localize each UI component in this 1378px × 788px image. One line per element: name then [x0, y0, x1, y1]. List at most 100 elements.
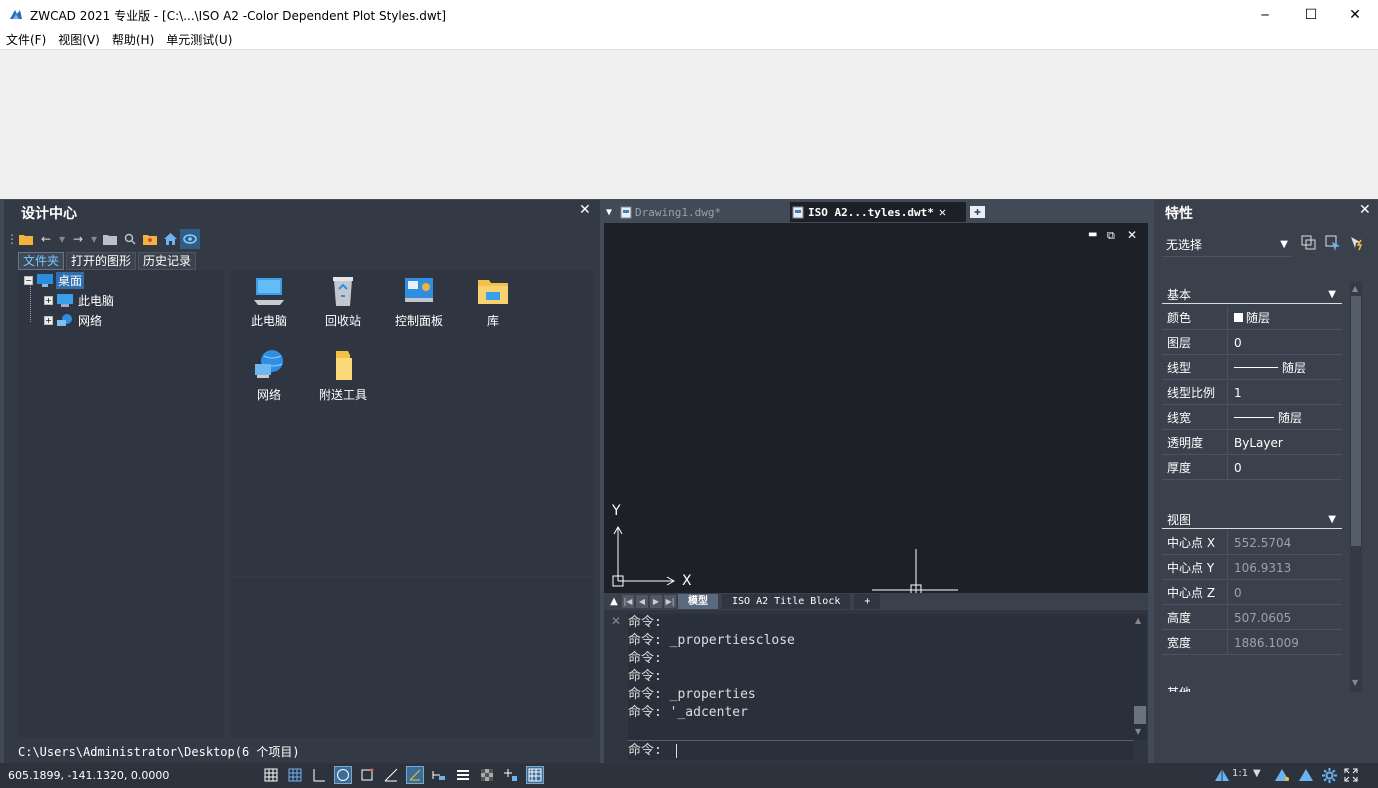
next-layout-icon[interactable]: ▶	[650, 595, 662, 608]
quick-select-button[interactable]	[1348, 234, 1366, 252]
prop-row-linetype-scale[interactable]: 线型比例 1	[1162, 380, 1342, 405]
prop-row-center-y[interactable]: 中心点 Y 106.9313	[1162, 555, 1342, 580]
favorites-icon[interactable]	[140, 229, 160, 249]
item-control-panel[interactable]: 控制面板	[382, 274, 456, 329]
home-icon[interactable]	[160, 229, 180, 249]
item-bundled-tools[interactable]: 附送工具	[306, 348, 380, 403]
chevron-down-icon[interactable]: ▼	[1253, 768, 1261, 779]
prop-row-linetype[interactable]: 线型 随层	[1162, 355, 1342, 380]
preview-toggle-icon[interactable]	[180, 229, 200, 249]
fullscreen-button[interactable]	[1342, 766, 1360, 784]
item-network[interactable]: 网络	[232, 348, 306, 403]
tab-list-dropdown-icon[interactable]: ▼	[606, 202, 612, 222]
section-view[interactable]: 视图 ▼	[1162, 511, 1342, 529]
annotation-scale-button[interactable]	[1212, 766, 1232, 784]
scroll-down-icon[interactable]: ▼	[1135, 727, 1141, 736]
tab-drawing1[interactable]: Drawing1.dwg*	[620, 202, 790, 222]
scroll-thumb[interactable]	[1351, 296, 1361, 546]
scroll-up-icon[interactable]: ▲	[1135, 616, 1141, 625]
prop-row-width[interactable]: 宽度 1886.1009	[1162, 630, 1342, 655]
dynamic-ucs-button[interactable]	[406, 766, 424, 784]
tab-layout-iso-a2[interactable]: ISO A2 Title Block	[722, 594, 851, 609]
annotation-visibility-button[interactable]	[1272, 766, 1292, 784]
section-general[interactable]: 基本 ▼	[1162, 286, 1342, 304]
tab-model[interactable]: 模型	[678, 594, 718, 609]
prop-value: 0	[1234, 460, 1242, 475]
viewport-minimize-icon[interactable]: ▬	[1088, 229, 1097, 240]
tab-folders[interactable]: 文件夹	[18, 252, 65, 270]
ortho-button[interactable]	[310, 766, 328, 784]
tab-history[interactable]: 历史记录	[138, 252, 197, 270]
prop-row-lineweight[interactable]: 线宽 随层	[1162, 405, 1342, 430]
tree-item-desktop[interactable]: − 桌面	[24, 272, 85, 289]
otrack-button[interactable]	[382, 766, 400, 784]
prop-row-layer[interactable]: 图层 0	[1162, 330, 1342, 355]
toggle-pickadd-button[interactable]	[1300, 234, 1318, 252]
command-close-icon[interactable]: ✕	[611, 614, 621, 628]
back-arrow-icon[interactable]: ←	[36, 229, 56, 249]
up-folder-icon[interactable]	[100, 229, 120, 249]
maximize-button[interactable]: ☐	[1288, 0, 1334, 30]
prop-row-center-z[interactable]: 中心点 Z 0	[1162, 580, 1342, 605]
transparency-button[interactable]	[478, 766, 496, 784]
design-center-close-icon[interactable]: ✕	[579, 202, 591, 218]
prev-layout-icon[interactable]: ◀	[636, 595, 648, 608]
menu-unit-test[interactable]: 单元测试(U)	[160, 31, 238, 48]
expand-icon[interactable]: +	[44, 296, 53, 305]
search-icon[interactable]	[120, 229, 140, 249]
expand-icon[interactable]: +	[44, 316, 53, 325]
osnap-button[interactable]	[358, 766, 376, 784]
tree-item-network[interactable]: + 网络	[44, 312, 102, 329]
lineweight-button[interactable]	[454, 766, 472, 784]
prop-row-height[interactable]: 高度 507.0605	[1162, 605, 1342, 630]
polar-button[interactable]	[334, 766, 352, 784]
add-layout-button[interactable]: +	[854, 594, 881, 609]
workspace-settings-button[interactable]	[1320, 766, 1338, 784]
model-space-button[interactable]	[526, 766, 544, 784]
viewport-restore-icon[interactable]: ⧉	[1107, 229, 1115, 243]
menu-file[interactable]: 文件(F)	[0, 31, 52, 48]
prop-row-thickness[interactable]: 厚度 0	[1162, 455, 1342, 480]
selection-cycling-button[interactable]	[502, 766, 520, 784]
scroll-down-icon[interactable]: ▼	[1352, 678, 1358, 687]
tab-open-drawings[interactable]: 打开的图形	[66, 252, 137, 270]
section-misc[interactable]: 其他	[1162, 680, 1342, 692]
prop-row-transparency[interactable]: 透明度 ByLayer	[1162, 430, 1342, 455]
viewport-close-icon[interactable]: ✕	[1127, 228, 1137, 242]
drawing-canvas[interactable]: ▬ ⧉ ✕ Y X	[604, 223, 1148, 593]
prop-row-color[interactable]: 颜色 随层	[1162, 305, 1342, 330]
menu-help[interactable]: 帮助(H)	[106, 31, 160, 48]
scroll-up-icon[interactable]: ▲	[1352, 284, 1358, 293]
back-dropdown-icon[interactable]: ▾	[56, 229, 68, 249]
forward-arrow-icon[interactable]: →	[68, 229, 88, 249]
grid-button[interactable]	[286, 766, 304, 784]
snap-button[interactable]	[262, 766, 280, 784]
item-recycle-bin[interactable]: 回收站	[306, 274, 380, 329]
first-layout-icon[interactable]: |◀	[622, 595, 634, 608]
collapse-icon[interactable]: −	[24, 276, 33, 285]
select-objects-button[interactable]	[1324, 234, 1342, 252]
auto-scale-button[interactable]	[1296, 766, 1316, 784]
dynamic-input-button[interactable]	[430, 766, 448, 784]
prop-row-center-x[interactable]: 中心点 X 552.5704	[1162, 530, 1342, 555]
tree-item-this-pc[interactable]: + 此电脑	[44, 292, 114, 309]
tab-close-icon[interactable]: ✕	[939, 205, 946, 219]
command-scrollbar[interactable]: ▲ ▼	[1134, 614, 1146, 740]
menu-view[interactable]: 视图(V)	[52, 31, 106, 48]
load-folder-icon[interactable]	[16, 229, 36, 249]
item-this-pc[interactable]: 此电脑	[232, 274, 306, 329]
minimize-button[interactable]: ─	[1242, 0, 1288, 30]
layout-menu-icon[interactable]: ▲	[608, 595, 620, 608]
tab-iso-a2[interactable]: ISO A2...tyles.dwt* ✕	[790, 202, 966, 222]
new-tab-button[interactable]	[970, 202, 988, 222]
last-layout-icon[interactable]: ▶|	[664, 595, 676, 608]
command-input[interactable]: 命令:	[628, 740, 1134, 760]
item-library[interactable]: 库	[456, 274, 530, 329]
properties-scrollbar[interactable]: ▲ ▼	[1350, 282, 1362, 692]
properties-close-icon[interactable]: ✕	[1359, 202, 1371, 218]
menu-bar: 文件(F) 视图(V) 帮助(H) 单元测试(U)	[0, 30, 1378, 50]
close-button[interactable]: ✕	[1332, 0, 1378, 30]
selection-dropdown[interactable]: 无选择 ▼	[1162, 233, 1292, 257]
scroll-thumb[interactable]	[1134, 706, 1146, 724]
forward-dropdown-icon[interactable]: ▾	[88, 229, 100, 249]
